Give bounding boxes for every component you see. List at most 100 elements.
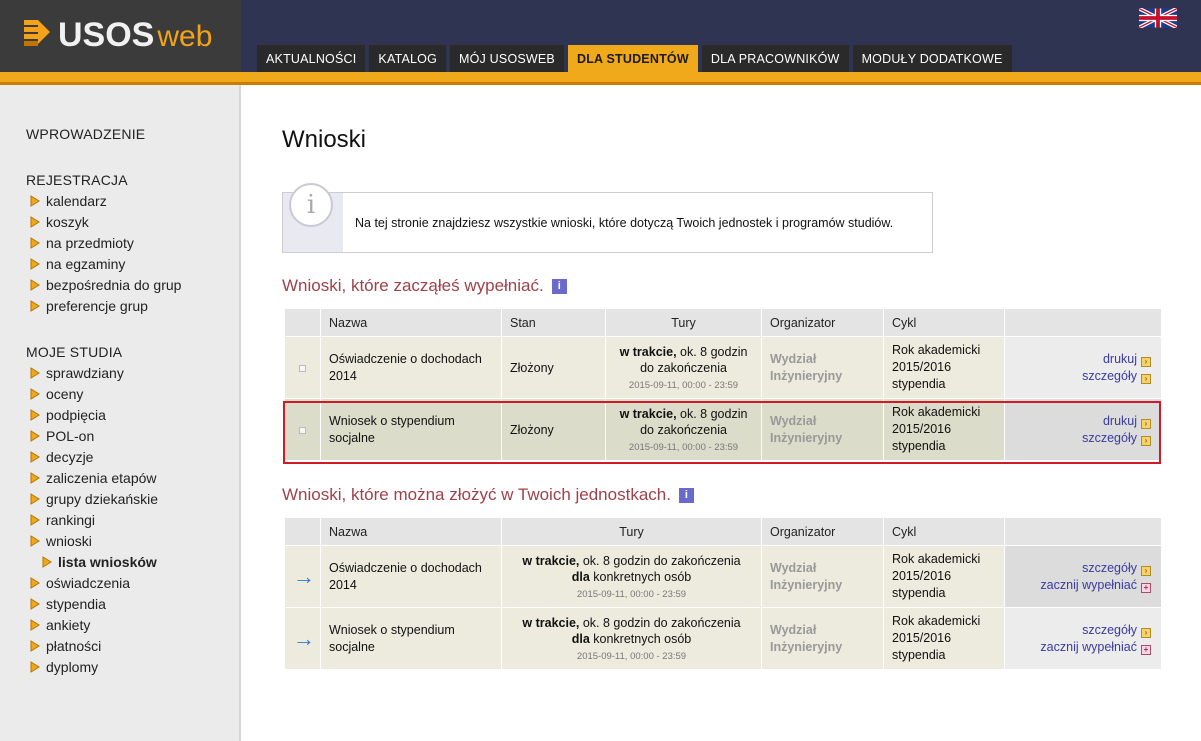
header-state: Stan: [501, 308, 606, 337]
sidebar-item-bezposrednia-do-grup[interactable]: bezpośrednia do grup: [30, 277, 181, 293]
request-actions: drukuj › szczegóły ›: [1004, 398, 1162, 461]
details-link[interactable]: szczegóły: [1082, 369, 1137, 383]
sidebar-heading-rejestracja[interactable]: REJESTRACJA: [26, 172, 128, 188]
logo[interactable]: USOS web: [0, 0, 241, 72]
tab-dla-pracownikow[interactable]: DLA PRACOWNIKÓW: [701, 45, 849, 73]
print-link[interactable]: drukuj: [1103, 352, 1137, 366]
sidebar-item-oswiadczenia[interactable]: oświadczenia: [30, 575, 130, 591]
arrow-right-icon[interactable]: ›: [1141, 356, 1151, 367]
details-link[interactable]: szczegóły: [1082, 623, 1137, 637]
table-row: → Wniosek o stypendium socjalne w trakcie…: [284, 607, 1162, 670]
row-checkbox[interactable]: [299, 426, 306, 434]
request-cycle: Rok akademicki 2015/2016 stypendia: [883, 545, 1005, 608]
request-name: Oświadczenie o dochodach 2014: [320, 336, 502, 399]
bullet-icon: [42, 556, 52, 568]
bullet-icon: [30, 195, 40, 207]
help-icon[interactable]: i: [678, 487, 694, 503]
start-filling-link[interactable]: zacznij wypełniać: [1040, 640, 1137, 654]
request-organizer: Wydział Inżynieryjny: [761, 607, 884, 670]
bullet-icon: [30, 409, 40, 421]
bullet-icon: [30, 535, 40, 547]
header-cycle: Cykl: [883, 517, 1005, 546]
bullet-icon: [30, 430, 40, 442]
start-filling-link[interactable]: zacznij wypełniać: [1040, 578, 1137, 592]
sidebar-heading-moje-studia[interactable]: MOJE STUDIA: [26, 344, 122, 360]
arrow-right-icon[interactable]: ›: [1141, 435, 1151, 446]
sidebar-item-koszyk[interactable]: koszyk: [30, 214, 89, 230]
header-cycle: Cykl: [883, 308, 1005, 337]
tab-moduly-dodatkowe[interactable]: MODUŁY DODATKOWE: [852, 45, 1012, 73]
header-name: Nazwa: [320, 517, 502, 546]
arrow-right-icon[interactable]: ›: [1141, 627, 1151, 638]
sidebar-item-wnioski[interactable]: wnioski: [30, 533, 92, 549]
request-cycle: Rok akademicki 2015/2016 stypendia: [883, 607, 1005, 670]
sidebar-item-wprowadzenie[interactable]: WPROWADZENIE: [26, 126, 145, 142]
sidebar-item-podpiecia[interactable]: podpięcia: [30, 407, 106, 423]
bullet-icon: [30, 216, 40, 228]
sidebar: WPROWADZENIE REJESTRACJA kalendarz koszy…: [0, 85, 241, 741]
table-row: Wniosek o stypendium socjalne Złożony w t…: [284, 398, 1162, 461]
help-icon[interactable]: i: [551, 278, 567, 294]
header-tury: Tury: [501, 517, 762, 546]
arrow-right-icon[interactable]: →: [293, 626, 315, 651]
tab-katalog[interactable]: KATALOG: [369, 45, 447, 73]
request-state: Złożony: [501, 398, 606, 461]
plus-icon[interactable]: +: [1141, 582, 1151, 593]
sidebar-item-lista-wnioskow[interactable]: lista wniosków: [42, 554, 157, 570]
bullet-icon: [30, 472, 40, 484]
tab-aktualnosci[interactable]: AKTUALNOŚCI: [257, 45, 366, 73]
request-tury: w trakcie, ok. 8 godzin do zakończenia dl…: [501, 545, 762, 608]
bullet-icon: [30, 258, 40, 270]
sidebar-item-decyzje[interactable]: decyzje: [30, 449, 93, 465]
info-box: i Na tej stronie znajdziesz wszystkie wn…: [282, 183, 933, 253]
info-corner: i: [283, 183, 343, 252]
sidebar-item-kalendarz[interactable]: kalendarz: [30, 193, 107, 209]
header-organizer: Organizator: [761, 517, 884, 546]
sidebar-item-na-przedmioty[interactable]: na przedmioty: [30, 235, 134, 251]
sidebar-item-oceny[interactable]: oceny: [30, 386, 83, 402]
sidebar-item-sprawdziany[interactable]: sprawdziany: [30, 365, 124, 381]
bullet-icon: [30, 388, 40, 400]
tab-dla-studentow[interactable]: DLA STUDENTÓW: [567, 45, 698, 73]
bullet-icon: [30, 300, 40, 312]
arrow-right-icon[interactable]: ›: [1141, 418, 1151, 429]
details-link[interactable]: szczegóły: [1082, 561, 1137, 575]
bullet-icon: [30, 279, 40, 291]
request-actions: szczegóły › zacznij wypełniać +: [1004, 607, 1162, 670]
sidebar-item-dyplomy[interactable]: dyplomy: [30, 659, 98, 675]
request-organizer: Wydział Inżynieryjny: [761, 336, 884, 399]
tab-moj-usosweb[interactable]: MÓJ USOSWEB: [450, 45, 564, 73]
table-row: → Oświadczenie o dochodach 2014 w trakcie…: [284, 545, 1162, 608]
sidebar-item-platnosci[interactable]: płatności: [30, 638, 101, 654]
request-name: Wniosek o stypendium socjalne: [320, 398, 502, 461]
logo-mark-icon: [24, 20, 50, 46]
request-tury: w trakcie, ok. 8 godzin do zakończenia 201…: [605, 336, 762, 399]
bullet-icon: [30, 451, 40, 463]
print-link[interactable]: drukuj: [1103, 414, 1137, 428]
sidebar-item-rankingi[interactable]: rankingi: [30, 512, 95, 528]
header-checkbox: [284, 308, 321, 337]
sidebar-item-pol-on[interactable]: POL-on: [30, 428, 94, 444]
row-checkbox[interactable]: [299, 364, 306, 372]
header-divider: [0, 72, 1201, 85]
arrow-right-icon[interactable]: →: [293, 564, 315, 589]
plus-icon[interactable]: +: [1141, 644, 1151, 655]
request-cycle: Rok akademicki 2015/2016 stypendia: [883, 336, 1005, 399]
sidebar-item-stypendia[interactable]: stypendia: [30, 596, 106, 612]
sidebar-item-grupy-dziekanskie[interactable]: grupy dziekańskie: [30, 491, 158, 507]
sidebar-item-preferencje-grup[interactable]: preferencje grup: [30, 298, 148, 314]
bullet-icon: [30, 367, 40, 379]
details-link[interactable]: szczegóły: [1082, 431, 1137, 445]
arrow-right-icon[interactable]: ›: [1141, 373, 1151, 384]
sidebar-item-na-egzaminy[interactable]: na egzaminy: [30, 256, 125, 272]
info-text: Na tej stronie znajdziesz wszystkie wnio…: [355, 216, 894, 230]
sidebar-item-zaliczenia-etapow[interactable]: zaliczenia etapów: [30, 470, 157, 486]
bullet-icon: [30, 493, 40, 505]
uk-flag-icon[interactable]: [1139, 8, 1177, 28]
section-title-available: Wnioski, które można złożyć w Twoich jed…: [282, 485, 694, 505]
header-tury: Tury: [605, 308, 762, 337]
sidebar-item-ankiety[interactable]: ankiety: [30, 617, 90, 633]
bullet-icon: [30, 514, 40, 526]
request-name: Oświadczenie o dochodach 2014: [320, 545, 502, 608]
arrow-right-icon[interactable]: ›: [1141, 565, 1151, 576]
